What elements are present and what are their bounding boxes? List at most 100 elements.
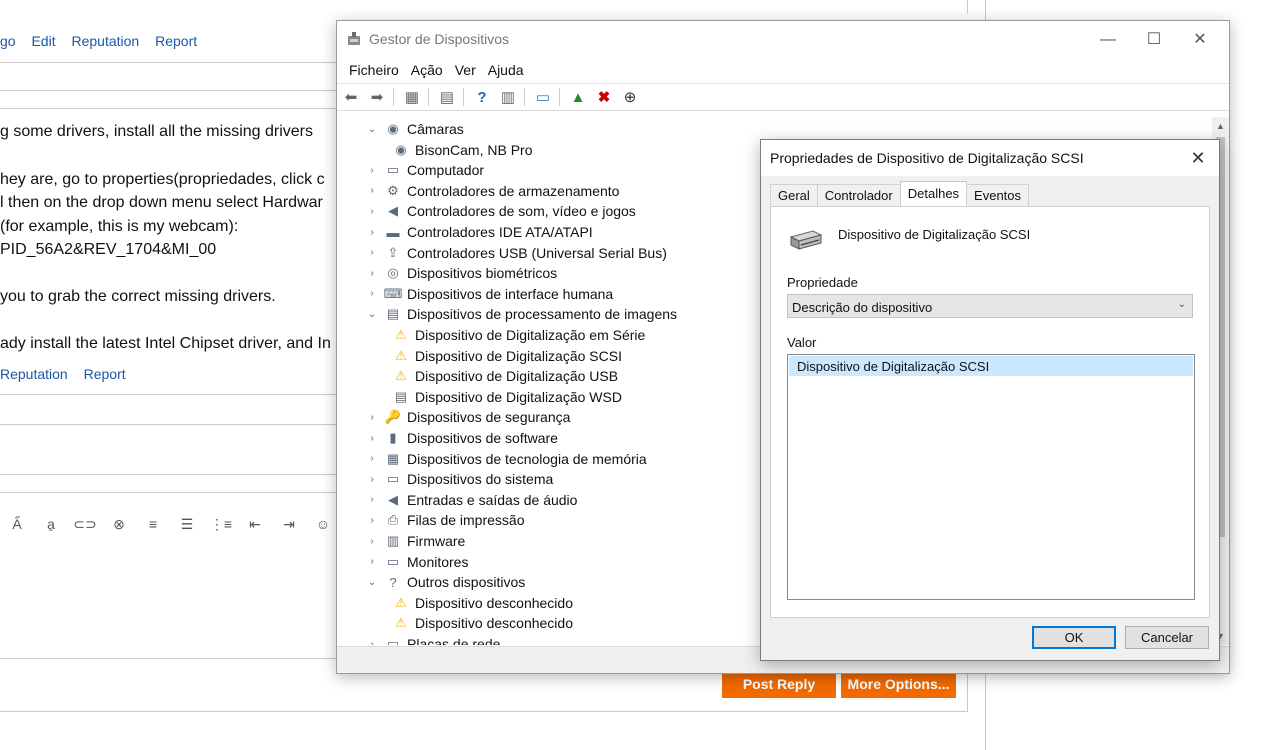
tree-item[interactable]: › ▮ Dispositivos de software [365, 428, 558, 448]
tree-item[interactable]: ⌄ ▤ Dispositivos de processamento de image… [365, 304, 677, 324]
close-icon[interactable]: ✕ [1177, 29, 1223, 51]
tree-item[interactable]: › ⇪ Controladores USB (Universal Serial Bu… [365, 243, 667, 263]
tree-item[interactable]: ▤ Dispositivo de Digitalização WSD [387, 387, 622, 407]
update-driver-icon[interactable]: ▲ [566, 86, 590, 108]
tree-item-label: Controladores USB (Universal Serial Bus) [407, 244, 667, 261]
chevron-right-icon[interactable]: › [365, 536, 379, 547]
chevron-right-icon[interactable]: › [365, 206, 379, 217]
ok-button[interactable]: OK [1032, 626, 1116, 649]
chevron-right-icon[interactable]: › [365, 639, 379, 646]
menu-ajuda[interactable]: Ajuda [482, 59, 530, 81]
chevron-right-icon[interactable]: › [365, 433, 379, 444]
tree-item[interactable]: › ▭ Placas de rede [365, 634, 500, 645]
minimize-icon[interactable]: — [1085, 29, 1131, 51]
tab-eventos[interactable]: Eventos [966, 184, 1030, 206]
align-left-icon[interactable]: ≡ [136, 516, 170, 532]
action-go[interactable]: go [0, 33, 16, 49]
system-folder-icon: ▭ [386, 471, 400, 487]
outdent-icon[interactable]: ⇤ [238, 516, 272, 533]
post-reply-button[interactable]: Post Reply [722, 670, 836, 698]
tree-item[interactable]: ◉ BisonCam, NB Pro [387, 140, 532, 160]
close-icon[interactable]: ✕ [1187, 147, 1209, 169]
action-report[interactable]: Report [155, 33, 197, 49]
view-icon[interactable]: ▥ [496, 86, 520, 108]
property-select[interactable]: Descrição do dispositivo ⌄ [787, 294, 1193, 318]
tree-item[interactable]: ⌄? Outros dispositivos [365, 572, 525, 592]
tree-item[interactable]: › ▥ Firmware [365, 531, 465, 551]
maximize-icon[interactable]: ☐ [1131, 29, 1177, 51]
chevron-right-icon[interactable]: › [365, 288, 379, 299]
tab-controlador[interactable]: Controlador [816, 184, 901, 206]
forum-divider [0, 62, 336, 63]
tree-item[interactable]: › ⌨ Dispositivos de interface humana [365, 284, 613, 304]
tree-item[interactable]: › 🔑 Dispositivos de segurança [365, 407, 570, 427]
action-edit[interactable]: Edit [31, 33, 55, 49]
chevron-right-icon[interactable]: › [365, 165, 379, 176]
chevron-right-icon[interactable]: › [365, 453, 379, 464]
properties-icon[interactable]: ▤ [435, 86, 459, 108]
chevron-right-icon[interactable]: › [365, 515, 379, 526]
tree-item-label: Controladores de armazenamento [407, 182, 620, 199]
cancel-button[interactable]: Cancelar [1125, 626, 1209, 649]
indent-icon[interactable]: ⇥ [272, 516, 306, 533]
menu-ver[interactable]: Ver [449, 59, 482, 81]
tree-item[interactable]: › ▭ Computador [365, 160, 484, 180]
chevron-right-icon[interactable]: › [365, 412, 379, 423]
value-listbox[interactable]: Dispositivo de Digitalização SCSI [787, 354, 1195, 600]
unlink-icon[interactable]: ⊗ [102, 516, 136, 533]
chevron-down-icon[interactable]: ⌄ [365, 124, 379, 135]
scan-hardware-icon[interactable]: ▭ [531, 86, 555, 108]
chevron-down-icon[interactable]: ⌄ [365, 577, 379, 588]
numbered-list-icon[interactable]: ⋮≡ [204, 516, 238, 533]
tree-item[interactable]: ⚠ Dispositivo desconhecido [387, 593, 573, 613]
post-text-line: you to grab the correct missing drivers. [0, 288, 276, 305]
value-list-item[interactable]: Dispositivo de Digitalização SCSI [789, 356, 1193, 376]
font-size-icon[interactable]: A̋ [0, 516, 34, 532]
scanner-warning-icon: ⚠ [395, 368, 407, 384]
link-icon[interactable]: ⊂⊃ [68, 516, 102, 533]
chevron-right-icon[interactable]: › [365, 227, 379, 238]
tree-item[interactable]: › ◀ Controladores de som, vídeo e jogos [365, 201, 635, 221]
tree-item[interactable]: › ◎ Dispositivos biométricos [365, 263, 557, 283]
chevron-right-icon[interactable]: › [365, 474, 379, 485]
forum-divider [0, 492, 336, 493]
menu-acao[interactable]: Ação [405, 59, 449, 81]
tree-item[interactable]: ⚠ Dispositivo de Digitalização SCSI [387, 346, 622, 366]
tree-item[interactable]: › ⎙ Filas de impressão [365, 510, 524, 530]
tree-item[interactable]: ⚠ Dispositivo de Digitalização em Série [387, 325, 645, 345]
scroll-up-icon[interactable]: ▲ [1216, 121, 1225, 131]
bullet-list-icon[interactable]: ☰ [170, 516, 204, 533]
emoji-icon[interactable]: ☺ [306, 516, 340, 532]
tree-item[interactable]: ⌄ ◉ Câmaras [365, 119, 464, 139]
tab-detalhes[interactable]: Detalhes [899, 181, 968, 206]
action-reputation[interactable]: Reputation [0, 366, 68, 382]
chevron-right-icon[interactable]: › [365, 556, 379, 567]
chevron-right-icon[interactable]: › [365, 268, 379, 279]
back-arrow-icon[interactable]: ⬅ [339, 86, 363, 108]
forward-arrow-icon[interactable]: ➡ [365, 86, 389, 108]
menu-ficheiro[interactable]: Ficheiro [337, 59, 405, 81]
font-style-icon[interactable]: a̱ [34, 516, 68, 532]
help-icon[interactable]: ? [470, 86, 494, 108]
toolbar-separator [463, 88, 464, 106]
chevron-right-icon[interactable]: › [365, 494, 379, 505]
tree-item[interactable]: › ▭ Dispositivos do sistema [365, 469, 553, 489]
enable-device-icon[interactable]: ⊕ [618, 86, 642, 108]
tree-item[interactable]: › ◀ Entradas e saídas de áudio [365, 490, 577, 510]
more-options-button[interactable]: More Options... [841, 670, 956, 698]
tree-item[interactable]: › ▦ Dispositivos de tecnologia de memória [365, 449, 646, 469]
tree-item[interactable]: ⚠ Dispositivo desconhecido [387, 613, 573, 633]
action-reputation[interactable]: Reputation [71, 33, 139, 49]
tree-item[interactable]: › ⚙ Controladores de armazenamento [365, 181, 619, 201]
chevron-right-icon[interactable]: › [365, 247, 379, 258]
tree-item[interactable]: ⚠ Dispositivo de Digitalização USB [387, 366, 618, 386]
action-report[interactable]: Report [84, 366, 126, 382]
chevron-down-icon[interactable]: ⌄ [365, 309, 379, 320]
show-hide-console-tree-icon[interactable]: ▦ [400, 86, 424, 108]
tree-item[interactable]: › ▭ Monitores [365, 552, 468, 572]
forum-divider [0, 424, 336, 425]
chevron-right-icon[interactable]: › [365, 185, 379, 196]
uninstall-device-icon[interactable]: ✖ [592, 86, 616, 108]
tab-geral[interactable]: Geral [770, 184, 818, 206]
tree-item[interactable]: › ▬ Controladores IDE ATA/ATAPI [365, 222, 592, 242]
